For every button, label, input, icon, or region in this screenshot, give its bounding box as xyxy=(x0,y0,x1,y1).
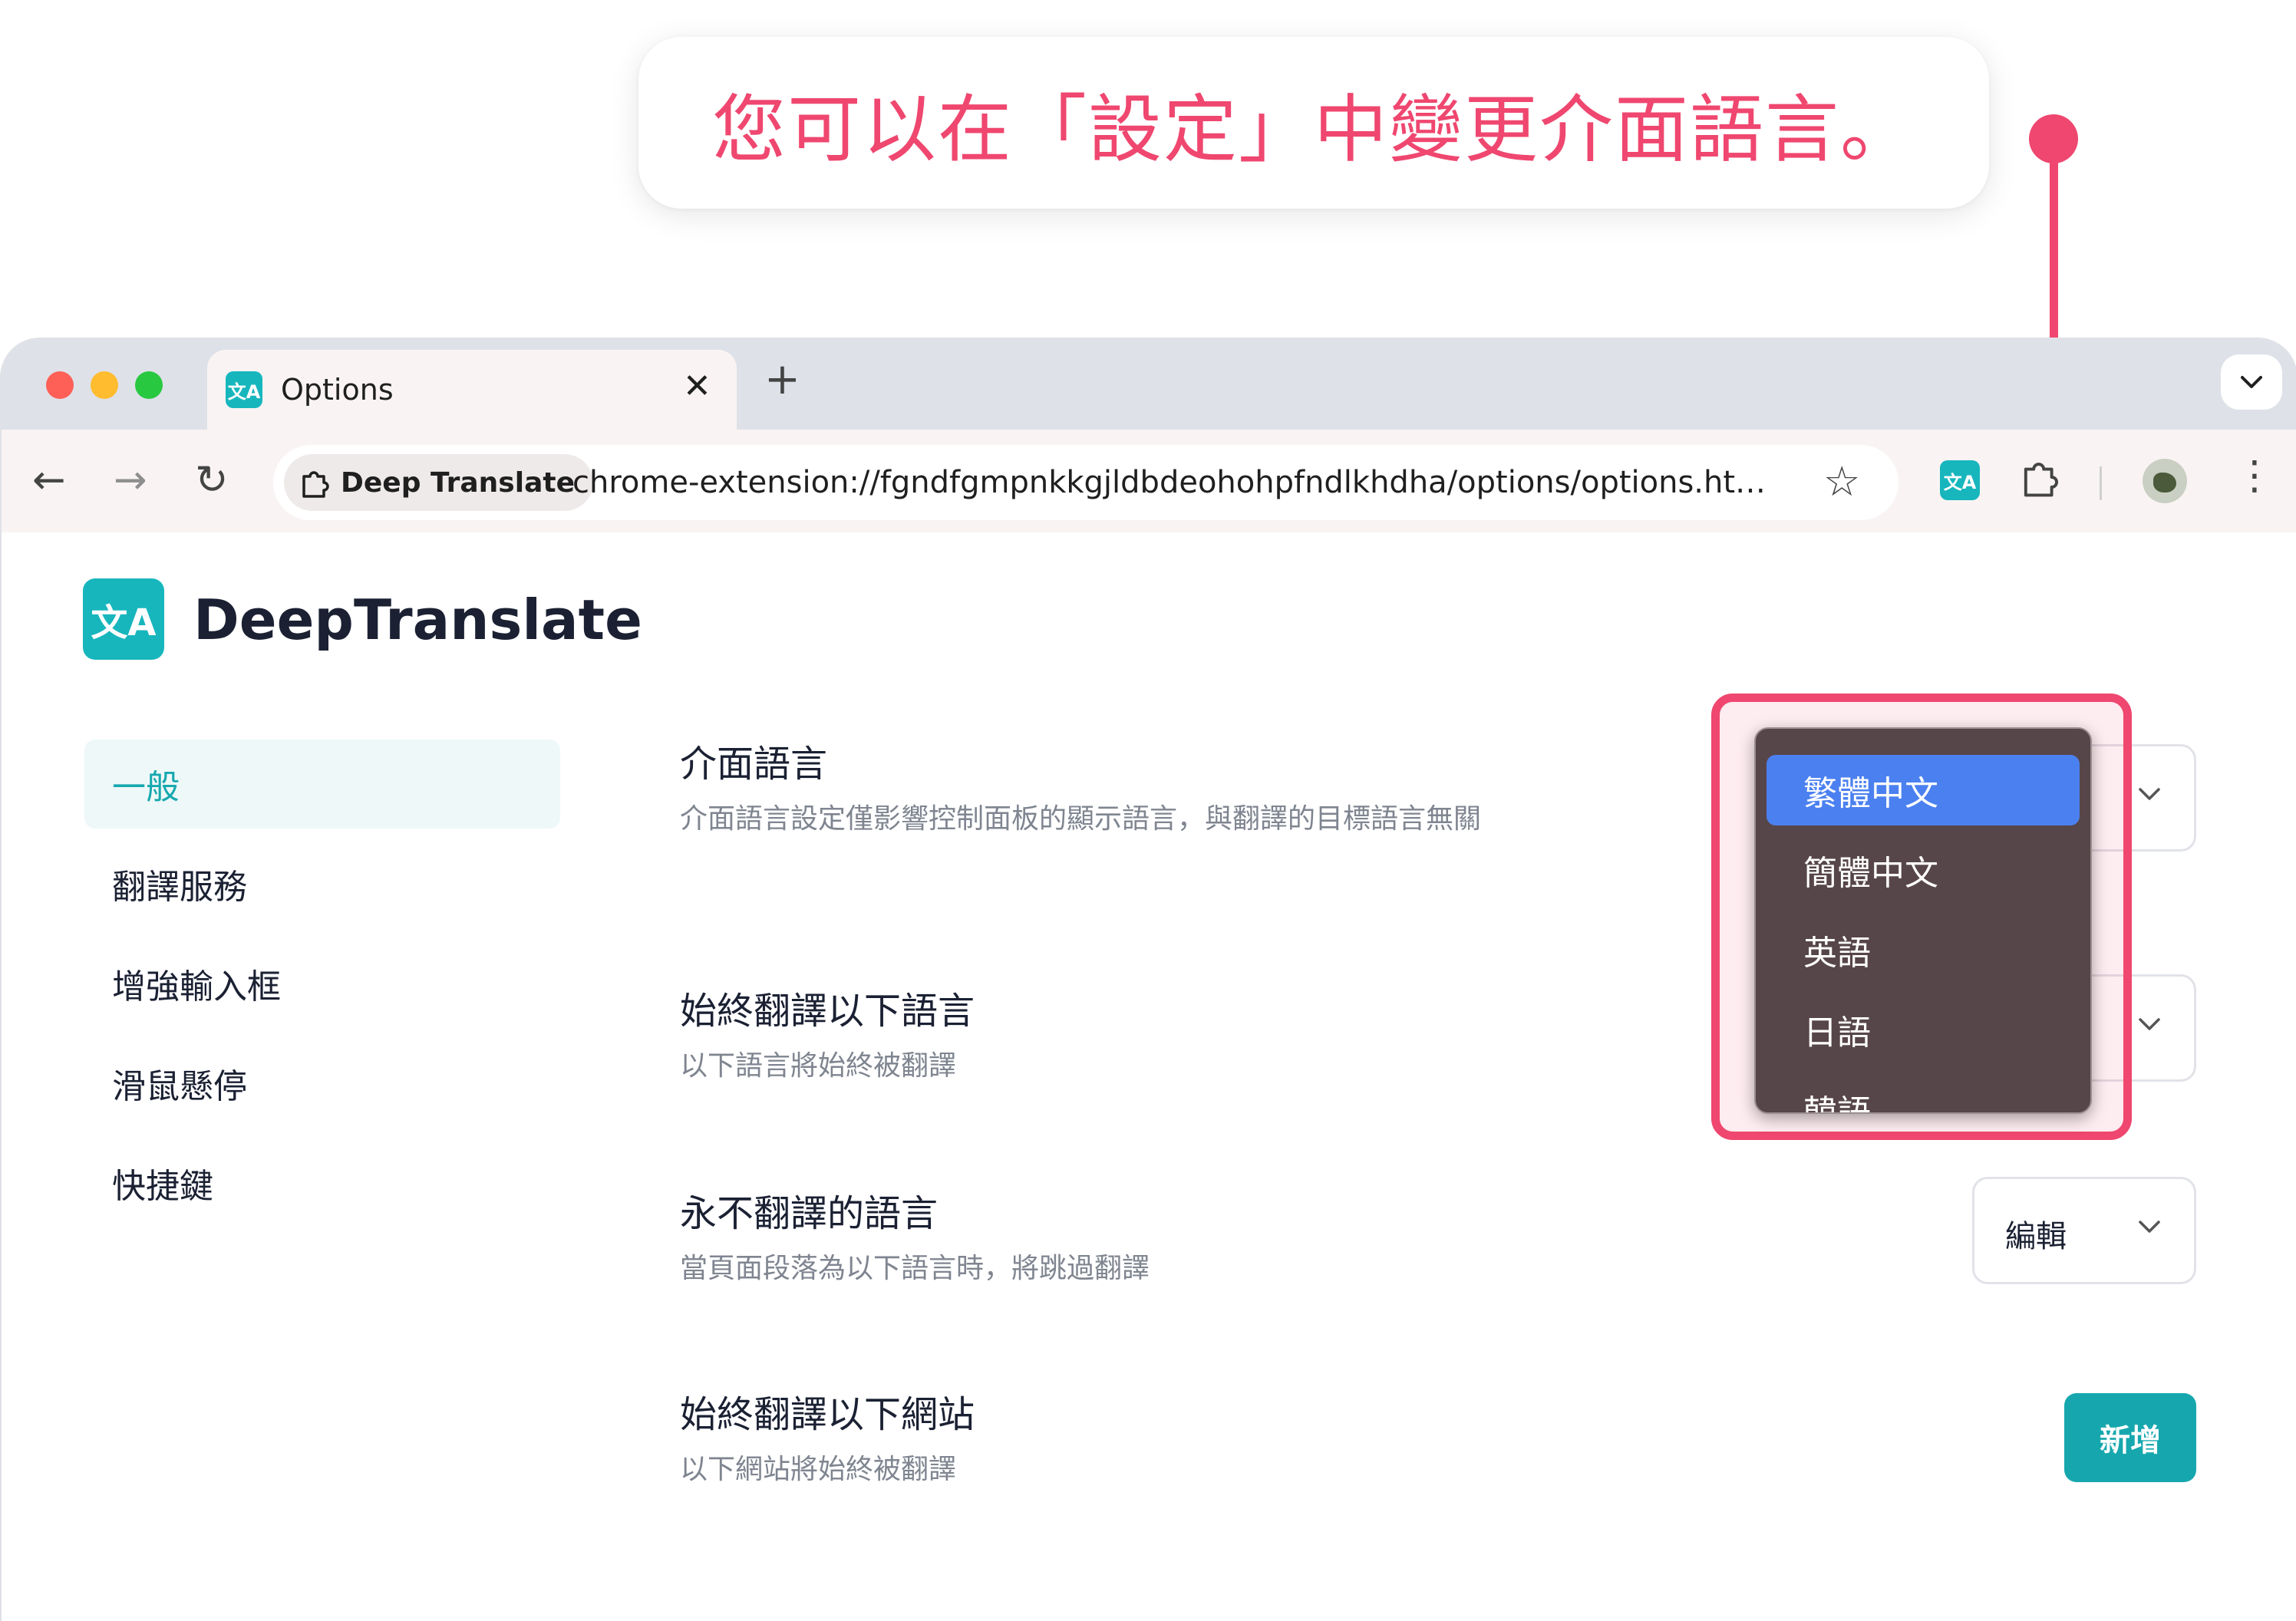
dropdown-option-japanese[interactable]: 日語 xyxy=(1767,994,2080,1065)
new-tab-button[interactable]: + xyxy=(764,354,800,404)
deeptranslate-extension-icon[interactable]: 文A xyxy=(1940,460,1980,500)
extension-chip-label: Deep Translate xyxy=(341,466,575,499)
bookmark-star-icon[interactable]: ☆ xyxy=(1823,457,1860,506)
dropdown-option-english[interactable]: 英語 xyxy=(1767,914,2080,985)
tab-strip: 文A Options ✕ + xyxy=(2,339,2296,430)
zoom-window-button[interactable] xyxy=(135,371,163,399)
url-text: chrome-extension://fgndfgmpnkkgjldbdeoho… xyxy=(572,465,1785,500)
tab-options[interactable]: 文A Options ✕ xyxy=(207,350,737,430)
forward-arrow-icon[interactable]: → xyxy=(114,457,147,503)
sidebar: 一般 翻譯服務 增強輸入框 滑鼠懸停 快捷鍵 xyxy=(84,740,560,1238)
sidebar-item-mouse-hover[interactable]: 滑鼠懸停 xyxy=(84,1039,560,1128)
extension-chip[interactable]: Deep Translate xyxy=(284,454,593,511)
close-tab-icon[interactable]: ✕ xyxy=(683,367,711,406)
dropdown-option-korean[interactable]: 韓語 xyxy=(1767,1074,2080,1112)
setting-title: 始終翻譯以下語言 xyxy=(680,990,975,1033)
setting-always-translate-sites: 始終翻譯以下網站 以下網站將始終被翻譯 xyxy=(680,1384,1754,1487)
instruction-callout: 您可以在「設定」中變更介面語言。 xyxy=(638,37,1989,209)
setting-title: 永不翻譯的語言 xyxy=(680,1192,939,1235)
app-name: DeepTranslate xyxy=(193,588,642,652)
translate-icon: 文A xyxy=(226,371,262,408)
sidebar-item-shortcuts[interactable]: 快捷鍵 xyxy=(84,1138,560,1227)
reload-icon[interactable]: ↻ xyxy=(195,457,229,503)
close-window-button[interactable] xyxy=(46,371,74,399)
chevron-down-icon xyxy=(2241,376,2262,388)
chevron-down-icon xyxy=(2139,788,2160,800)
tab-search-button[interactable] xyxy=(2221,354,2282,410)
setting-description: 當頁面段落為以下語言時，將跳過翻譯 xyxy=(680,1253,1150,1284)
chevron-down-icon xyxy=(2139,1018,2160,1030)
chevron-down-icon xyxy=(2139,1221,2160,1233)
toolbar-separator xyxy=(2100,466,2102,500)
never-translate-select[interactable]: 編輯 xyxy=(1972,1177,2196,1284)
address-bar[interactable]: Deep Translate chrome-extension://fgndfg… xyxy=(273,445,1898,520)
tab-title: Options xyxy=(281,373,394,407)
profile-avatar[interactable] xyxy=(2143,459,2187,503)
dropdown-option-simplified-chinese[interactable]: 簡體中文 xyxy=(1767,835,2080,905)
deeptranslate-logo-icon: 文A xyxy=(83,578,164,660)
back-arrow-icon[interactable]: ← xyxy=(32,457,66,503)
puzzle-icon xyxy=(302,471,329,498)
extensions-puzzle-icon[interactable] xyxy=(2020,457,2060,500)
more-menu-icon[interactable]: ⋮ xyxy=(2235,456,2275,496)
ui-language-dropdown: 繁體中文 簡體中文 英語 日語 韓語 xyxy=(1754,727,2092,1114)
browser-toolbar: ← → ↻ Deep Translate chrome-extension://… xyxy=(2,430,2296,532)
add-site-button[interactable]: 新增 xyxy=(2064,1393,2196,1482)
select-value: 編輯 xyxy=(2005,1219,2067,1254)
setting-title: 介面語言 xyxy=(680,743,828,786)
setting-always-translate-languages: 始終翻譯以下語言 以下語言將始終被翻譯 xyxy=(680,980,1754,1083)
callout-text: 您可以在「設定」中變更介面語言。 xyxy=(712,86,1915,173)
sidebar-item-general[interactable]: 一般 xyxy=(84,740,560,829)
setting-description: 以下網站將始終被翻譯 xyxy=(680,1454,957,1485)
setting-description: 以下語言將始終被翻譯 xyxy=(680,1050,957,1082)
setting-ui-language: 介面語言 介面語言設定僅影響控制面板的顯示語言，與翻譯的目標語言無關 xyxy=(680,733,1754,836)
setting-title: 始終翻譯以下網站 xyxy=(680,1393,975,1436)
sidebar-item-enhanced-input[interactable]: 增強輸入框 xyxy=(84,939,560,1028)
minimize-window-button[interactable] xyxy=(91,371,118,399)
dropdown-option-traditional-chinese[interactable]: 繁體中文 xyxy=(1767,755,2080,825)
setting-never-translate-languages: 永不翻譯的語言 當頁面段落為以下語言時，將跳過翻譯 xyxy=(680,1183,1754,1286)
setting-description: 介面語言設定僅影響控制面板的顯示語言，與翻譯的目標語言無關 xyxy=(680,803,1482,835)
sidebar-item-translation-services[interactable]: 翻譯服務 xyxy=(84,839,560,928)
